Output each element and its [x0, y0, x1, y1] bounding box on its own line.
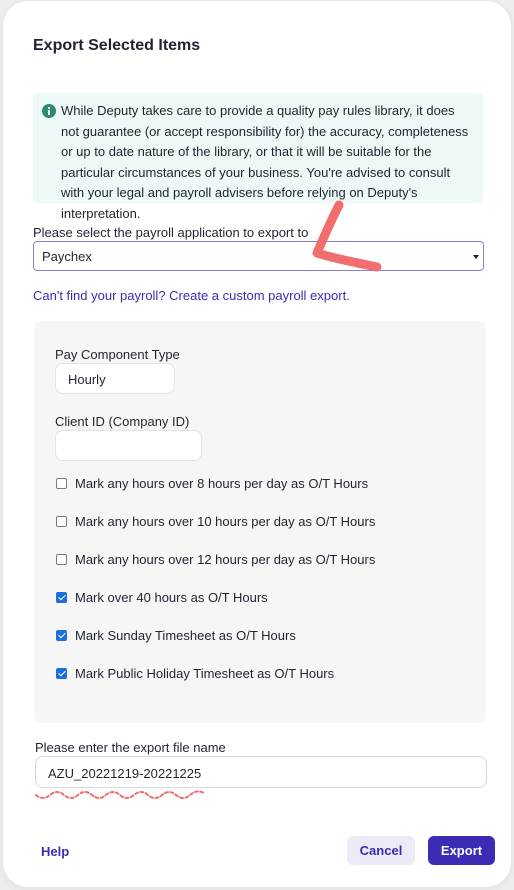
- checkbox-checked[interactable]: [56, 592, 67, 603]
- option-label: Mark Public Holiday Timesheet as O/T Hou…: [75, 666, 335, 681]
- option-ot-12-hours[interactable]: Mark any hours over 12 hours per day as …: [56, 552, 375, 567]
- payroll-select[interactable]: Paychex: [33, 241, 484, 271]
- export-settings-panel: Pay Component Type Hourly Client ID (Com…: [34, 321, 486, 723]
- help-button[interactable]: Help: [33, 837, 79, 865]
- option-ot-public-holiday[interactable]: Mark Public Holiday Timesheet as O/T Hou…: [56, 666, 334, 681]
- dialog-title: Export Selected Items: [33, 37, 201, 54]
- pay-component-select[interactable]: Hourly: [55, 363, 175, 394]
- export-dialog: Export Selected Items While Deputy takes…: [2, 0, 512, 888]
- pay-component-label: Pay Component Type: [55, 347, 180, 362]
- option-label: Mark any hours over 10 hours per day as …: [75, 514, 376, 529]
- checkbox-checked[interactable]: [56, 668, 67, 679]
- checkbox[interactable]: [56, 516, 67, 527]
- pay-component-value: Hourly: [68, 372, 106, 387]
- filename-label: Please enter the export file name: [35, 740, 226, 755]
- checkbox[interactable]: [56, 554, 67, 565]
- option-ot-10-hours[interactable]: Mark any hours over 10 hours per day as …: [56, 514, 375, 529]
- checkbox[interactable]: [56, 478, 67, 489]
- client-id-label: Client ID (Company ID): [55, 414, 190, 429]
- annotation-squiggle-mark: [35, 790, 205, 799]
- checkbox-checked[interactable]: [56, 630, 67, 641]
- option-label: Mark over 40 hours as O/T Hours: [75, 590, 268, 605]
- filename-input[interactable]: AZU_20221219-20221225: [35, 756, 487, 788]
- option-label: Mark any hours over 12 hours per day as …: [75, 552, 376, 567]
- filename-value: AZU_20221219-20221225: [48, 766, 202, 781]
- option-label: Mark Sunday Timesheet as O/T Hours: [75, 628, 296, 643]
- info-icon: [42, 104, 56, 118]
- export-button[interactable]: Export: [428, 836, 495, 865]
- option-ot-40-hours[interactable]: Mark over 40 hours as O/T Hours: [56, 590, 268, 605]
- disclaimer-notice: While Deputy takes care to provide a qua…: [33, 93, 483, 221]
- disclaimer-text: While Deputy takes care to provide a qua…: [61, 103, 469, 221]
- payroll-select-label: Please select the payroll application to…: [33, 225, 309, 240]
- option-label: Mark any hours over 8 hours per day as O…: [75, 476, 369, 491]
- custom-payroll-export-link[interactable]: Can't find your payroll? Create a custom…: [33, 288, 350, 303]
- client-id-input[interactable]: [55, 430, 202, 461]
- option-ot-sunday[interactable]: Mark Sunday Timesheet as O/T Hours: [56, 628, 296, 643]
- annotation-arrow-mark: [312, 200, 382, 272]
- cancel-button[interactable]: Cancel: [347, 836, 415, 865]
- option-ot-8-hours[interactable]: Mark any hours over 8 hours per day as O…: [56, 476, 368, 491]
- caret-down-icon: [473, 255, 479, 259]
- payroll-select-value: Paychex: [42, 249, 92, 264]
